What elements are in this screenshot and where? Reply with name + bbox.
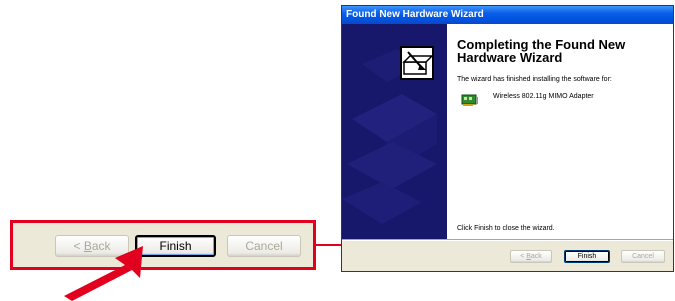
button-separator (342, 239, 673, 241)
page-title: Completing the Found New Hardware Wizard (457, 37, 626, 65)
finish-instruction: Click Finish to close the wizard. (457, 225, 555, 232)
cancel-button: Cancel (621, 250, 665, 263)
wizard-sidebar-graphic (342, 24, 447, 239)
window-title: Found New Hardware Wizard (346, 9, 484, 20)
wizard-window: Found New Hardware Wizard Completing the… (341, 5, 674, 272)
wizard-hardware-icon (400, 46, 434, 80)
installed-message: The wizard has finished installing the s… (457, 76, 612, 83)
red-pointer-arrow-icon (64, 246, 143, 301)
wizard-content: Completing the Found New Hardware Wizard… (447, 24, 673, 239)
window-titlebar[interactable]: Found New Hardware Wizard (342, 6, 673, 24)
back-button: < Back (510, 250, 552, 263)
network-card-icon (461, 92, 479, 108)
finish-button[interactable]: Finish (564, 250, 610, 263)
device-name: Wireless 802.11g MIMO Adapter (493, 93, 594, 100)
